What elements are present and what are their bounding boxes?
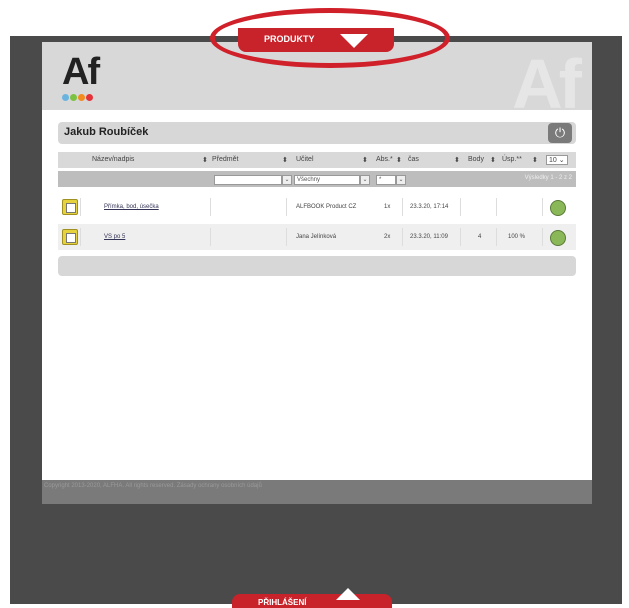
divider bbox=[210, 198, 211, 216]
sort-icon[interactable]: ⬍ bbox=[490, 156, 496, 164]
row-teacher: ALFBOOK Product CZ bbox=[296, 204, 357, 210]
logo-dot-icon bbox=[78, 94, 85, 101]
divider bbox=[402, 198, 403, 216]
row-success: 100 % bbox=[508, 234, 526, 240]
row-teacher: Jana Jelínková bbox=[296, 234, 337, 240]
subject-filter-select[interactable] bbox=[214, 175, 282, 185]
logo-dot-icon bbox=[62, 94, 69, 101]
divider bbox=[286, 198, 287, 216]
sort-icon[interactable]: ⬍ bbox=[454, 156, 460, 164]
edit-icon[interactable] bbox=[62, 199, 78, 215]
page-size-select[interactable]: 10 ⌄ bbox=[546, 155, 568, 165]
logo-dot-icon bbox=[86, 94, 93, 101]
results-count: Výsledky 1 - 2 z 2 bbox=[524, 175, 572, 181]
teacher-filter-select[interactable]: Všechny bbox=[294, 175, 360, 185]
divider bbox=[80, 198, 81, 216]
sort-icon[interactable]: ⬍ bbox=[396, 156, 402, 164]
edit-icon[interactable] bbox=[62, 229, 78, 245]
divider bbox=[496, 228, 497, 246]
col-header-abs[interactable]: Abs.* bbox=[376, 156, 393, 163]
chevron-down-icon[interactable]: ⌄ bbox=[282, 175, 292, 185]
copyright-bar: Copyright 2013-2020, ALFHA. All rights r… bbox=[42, 480, 592, 504]
row-abs: 2x bbox=[384, 234, 391, 240]
chevron-up-icon bbox=[336, 588, 360, 600]
abs-filter-select[interactable]: * bbox=[376, 175, 396, 185]
copyright-text[interactable]: Copyright 2013-2020, ALFHA. All rights r… bbox=[44, 483, 262, 489]
col-header-subject[interactable]: Předmět bbox=[212, 156, 238, 163]
chevron-down-icon[interactable]: ⌄ bbox=[396, 175, 406, 185]
divider bbox=[80, 228, 81, 246]
play-icon[interactable] bbox=[550, 200, 566, 216]
divider bbox=[542, 228, 543, 246]
logo[interactable]: Af bbox=[60, 52, 120, 104]
col-header-points[interactable]: Body bbox=[468, 156, 484, 163]
page-size-value: 10 bbox=[549, 157, 557, 164]
sort-icon[interactable]: ⬍ bbox=[362, 156, 368, 164]
col-header-title[interactable]: Název/nadpis bbox=[92, 156, 134, 163]
divider bbox=[460, 198, 461, 216]
row-time: 23.3.20, 11:09 bbox=[410, 234, 448, 240]
table-row[interactable]: VS po 5 Jana Jelínková 2x 23.3.20, 11:09… bbox=[58, 224, 576, 250]
logo-dot-icon bbox=[70, 94, 77, 101]
login-tab[interactable]: PŘIHLÁŠENÍ bbox=[232, 588, 392, 608]
logo-text: Af bbox=[62, 51, 100, 93]
note-icon bbox=[66, 233, 76, 243]
col-header-success[interactable]: Úsp.** bbox=[502, 156, 522, 163]
divider bbox=[460, 228, 461, 246]
user-bar: Jakub Roubíček ⏻ bbox=[58, 122, 576, 144]
user-name: Jakub Roubíček bbox=[64, 126, 149, 138]
table-row[interactable]: Přímka, bod, úsečka ALFBOOK Product CZ 1… bbox=[58, 194, 576, 220]
divider bbox=[210, 228, 211, 246]
row-time: 23.3.20, 17:14 bbox=[410, 204, 449, 210]
divider bbox=[542, 198, 543, 216]
table-header-row: Název/nadpis ⬍ Předmět ⬍ Učitel ⬍ Abs.* … bbox=[58, 152, 576, 168]
sort-icon[interactable]: ⬍ bbox=[202, 156, 208, 164]
play-icon[interactable] bbox=[550, 230, 566, 246]
row-title-link[interactable]: VS po 5 bbox=[104, 234, 125, 240]
note-icon bbox=[66, 203, 76, 213]
row-points: 4 bbox=[478, 234, 482, 240]
highlight-ellipse bbox=[210, 8, 450, 68]
divider bbox=[402, 228, 403, 246]
sort-icon[interactable]: ⬍ bbox=[532, 156, 538, 164]
row-abs: 1x bbox=[384, 204, 391, 210]
watermark-logo: Af bbox=[512, 45, 582, 110]
divider bbox=[286, 228, 287, 246]
row-title-link[interactable]: Přímka, bod, úsečka bbox=[104, 204, 159, 210]
table-footer-bar bbox=[58, 256, 576, 276]
sort-icon[interactable]: ⬍ bbox=[282, 156, 288, 164]
col-header-time[interactable]: čas bbox=[408, 156, 419, 163]
col-header-teacher[interactable]: Učitel bbox=[296, 156, 314, 163]
filter-row: ⌄ Všechny ⌄ * ⌄ Výsledky 1 - 2 z 2 bbox=[58, 171, 576, 187]
logout-button[interactable]: ⏻ bbox=[548, 123, 572, 143]
login-tab-shape bbox=[232, 594, 392, 608]
chevron-down-icon[interactable]: ⌄ bbox=[360, 175, 370, 185]
login-tab-label: PŘIHLÁŠENÍ bbox=[258, 598, 307, 607]
power-icon: ⏻ bbox=[554, 125, 566, 140]
divider bbox=[496, 198, 497, 216]
